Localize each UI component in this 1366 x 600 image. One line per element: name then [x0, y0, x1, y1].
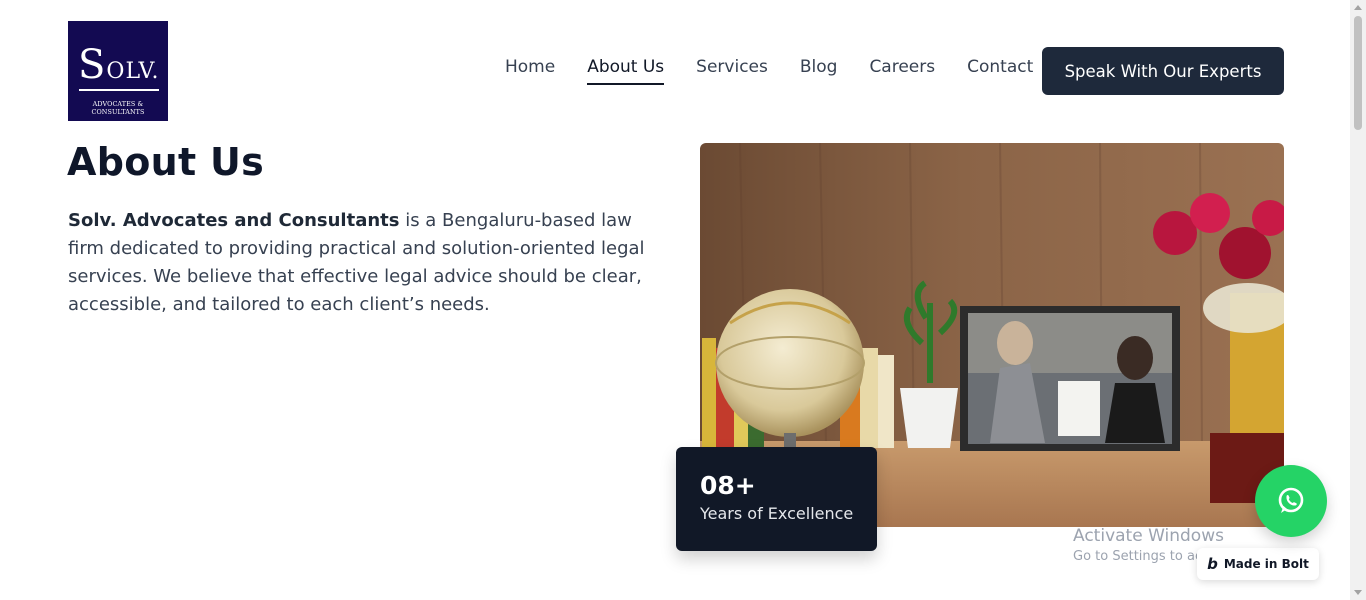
whatsapp-button[interactable] — [1255, 465, 1327, 537]
stat-value: 08+ — [700, 471, 756, 500]
logo-rule — [79, 89, 159, 91]
main-nav: Home About Us Services Blog Careers Cont… — [505, 57, 1033, 85]
scroll-up-arrow-icon[interactable] — [1354, 5, 1362, 10]
scroll-down-arrow-icon[interactable] — [1354, 590, 1362, 595]
nav-about-us[interactable]: About Us — [587, 57, 665, 85]
bolt-label: Made in Bolt — [1223, 557, 1309, 571]
about-intro: Solv. Advocates and Consultants is a Ben… — [68, 207, 658, 319]
speak-with-experts-button[interactable]: Speak With Our Experts — [1042, 47, 1284, 95]
page-scrollbar[interactable] — [1350, 0, 1366, 600]
nav-careers[interactable]: Careers — [869, 57, 935, 85]
logo-mark: SOLV. — [78, 42, 160, 88]
scroll-thumb[interactable] — [1354, 16, 1362, 130]
nav-blog[interactable]: Blog — [800, 57, 838, 85]
firm-name: Solv. Advocates and Consultants — [68, 210, 400, 231]
logo[interactable]: SOLV. ADVOCATES & CONSULTANTS — [68, 21, 168, 121]
page-title: About Us — [67, 140, 265, 184]
years-stat-card: 08+ Years of Excellence — [676, 447, 877, 551]
logo-subtitle: ADVOCATES & CONSULTANTS — [91, 100, 145, 116]
made-in-bolt-badge[interactable]: b Made in Bolt — [1197, 548, 1319, 580]
nav-services[interactable]: Services — [696, 57, 768, 85]
stat-label: Years of Excellence — [700, 504, 854, 523]
bolt-logo-icon: b — [1207, 555, 1218, 573]
whatsapp-icon — [1278, 487, 1304, 513]
nav-home[interactable]: Home — [505, 57, 555, 85]
nav-contact[interactable]: Contact — [967, 57, 1033, 85]
